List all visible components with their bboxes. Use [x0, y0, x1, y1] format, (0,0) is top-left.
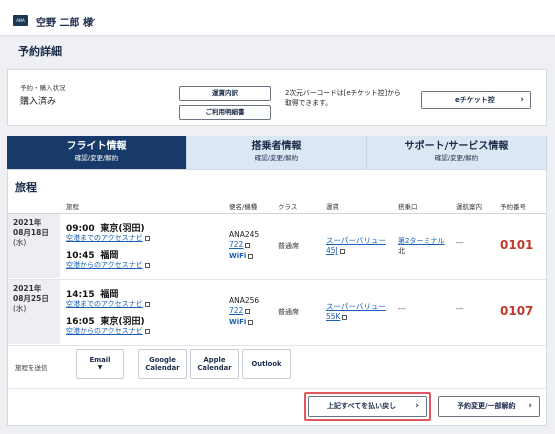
external-link-icon	[144, 262, 150, 268]
seat-class: 普通席	[278, 308, 299, 316]
top-bar: ANA 空野 二郎 様 ⌄	[0, 0, 555, 36]
aircraft-link[interactable]: 722	[229, 240, 251, 250]
itinerary-row: 2021年 08月25日 (水) 14:15 福岡 空港までのアクセスナビ 16…	[8, 280, 546, 344]
flight-info-panel: 旅程 旅程 便名/機種 クラス 運賃 搭乗口 運航案内 予約番号 2021年 0…	[7, 169, 547, 426]
header-gate: 搭乗口	[398, 203, 418, 211]
flight-number: ANA256	[229, 296, 260, 305]
actions-divider	[8, 388, 546, 389]
fare-details-button[interactable]: 運賃内訳	[179, 86, 271, 101]
eticket-button[interactable]: eチケット控 ›	[421, 91, 531, 109]
seat-class: 普通席	[278, 242, 299, 250]
aircraft-link[interactable]: 722	[229, 306, 251, 316]
external-link-icon	[245, 242, 251, 248]
itinerary-row: 2021年 08月18日 (水) 09:00 東京(羽田) 空港までのアクセスナ…	[8, 214, 546, 278]
external-link-icon	[245, 308, 251, 314]
wifi-icon: WiFi	[229, 252, 254, 260]
page-title: 予約詳細	[18, 45, 62, 58]
flight-date: 2021年 08月25日 (水)	[8, 280, 60, 344]
outlook-button[interactable]: Outlook	[242, 349, 291, 379]
caret-down-icon: ▼	[97, 364, 103, 371]
tab-passenger-info[interactable]: 搭乗者情報 確認/変更/解約	[187, 136, 367, 169]
header-class: クラス	[278, 203, 298, 211]
external-link-icon	[339, 248, 345, 254]
change-cancel-button[interactable]: 予約変更/一部解約 ›	[438, 396, 540, 417]
chevron-right-icon: ›	[528, 401, 532, 411]
external-link-icon	[144, 235, 150, 241]
reservation-number: 0107	[500, 304, 534, 318]
operation-status: ---	[456, 239, 464, 247]
flight-number: ANA245	[229, 230, 260, 239]
qr-code-note: 2次元バーコードは[eチケット控]から 取得できます。	[285, 89, 401, 107]
ana-logo: ANA	[13, 15, 28, 26]
row-divider	[8, 345, 546, 346]
gate-link[interactable]: 第2ターミナル 北	[398, 236, 444, 256]
header-flight: 便名/機種	[229, 203, 258, 211]
refund-all-button[interactable]: 上記すべてを払い戻し ›	[308, 396, 427, 417]
fare-type-link[interactable]: スーパーバリュー 55K	[326, 302, 386, 322]
user-name[interactable]: 空野 二郎 様	[36, 14, 93, 29]
info-tabs: フライト情報 確認/変更/解約 搭乗者情報 確認/変更/解約 サポート/サービス…	[7, 136, 547, 169]
header-fare: 運賃	[326, 203, 339, 211]
access-navi-link[interactable]: 空港までのアクセスナビ	[66, 233, 150, 243]
operation-status: ---	[456, 305, 464, 313]
tab-flight-info[interactable]: フライト情報 確認/変更/解約	[7, 136, 187, 169]
reservation-number: 0101	[500, 238, 534, 252]
chevron-right-icon: ›	[520, 95, 524, 105]
flight-date: 2021年 08月18日 (水)	[8, 214, 60, 278]
status-label: 予約・購入状況	[20, 84, 66, 92]
google-calendar-button[interactable]: Google Calendar	[138, 349, 187, 379]
gate-info: ---	[398, 305, 406, 313]
status-value: 購入済み	[20, 97, 57, 107]
external-link-icon	[144, 328, 150, 334]
external-link-icon	[342, 314, 348, 320]
apple-calendar-button[interactable]: Apple Calendar	[190, 349, 239, 379]
access-navi-link[interactable]: 空港までのアクセスナビ	[66, 299, 150, 309]
send-itinerary-label: 旅程を送信	[15, 364, 48, 372]
send-email-button[interactable]: Email ▼	[76, 349, 124, 379]
header-reservation: 予約番号	[500, 203, 526, 211]
access-navi-link[interactable]: 空港からのアクセスナビ	[66, 326, 150, 336]
fare-type-link[interactable]: スーパーバリュー 45J	[326, 236, 386, 256]
tab-support-info[interactable]: サポート/サービス情報 確認/変更/解約	[367, 136, 547, 169]
chevron-right-icon: ›	[415, 401, 419, 411]
statement-button[interactable]: ご利用明細書	[179, 105, 271, 120]
header-operation: 運航案内	[456, 203, 482, 211]
wifi-icon: WiFi	[229, 318, 254, 326]
external-link-icon	[144, 301, 150, 307]
itinerary-title: 旅程	[15, 181, 37, 194]
booking-status-box: 予約・購入状況 購入済み 運賃内訳 ご利用明細書 2次元バーコードは[eチケット…	[7, 69, 547, 126]
chevron-down-icon[interactable]: ⌄	[89, 13, 97, 24]
header-itinerary: 旅程	[66, 203, 79, 211]
access-navi-link[interactable]: 空港からのアクセスナビ	[66, 260, 150, 270]
